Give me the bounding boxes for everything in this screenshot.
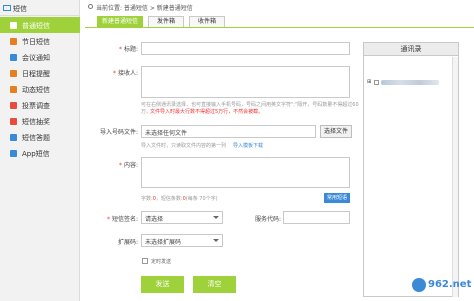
tab-new-sms[interactable]: 新建普通短信 xyxy=(97,16,143,27)
required-mark: * xyxy=(113,70,117,77)
sidebar-item-4[interactable]: 动态短信 xyxy=(0,81,80,97)
timed-send-checkbox[interactable] xyxy=(142,258,148,264)
location-pin-icon xyxy=(88,4,93,9)
lottery-icon xyxy=(10,118,17,125)
sidebar-item-8[interactable]: App短信 xyxy=(0,145,80,161)
sidebar-item-label: 会议通知 xyxy=(22,54,50,62)
schedule-icon xyxy=(10,70,17,77)
required-mark: * xyxy=(107,216,111,223)
sidebar-item-label: 动态短信 xyxy=(22,86,50,94)
vote-icon xyxy=(10,102,17,109)
import-hint: 导入文件时，只读取文件内容的第一列 xyxy=(141,143,227,149)
extension-select[interactable]: 未选择扩展码 xyxy=(141,234,223,247)
signature-select-value: 请选择 xyxy=(145,216,164,223)
breadcrumb: 当前位置: 普通短信 > 新建普通短信 xyxy=(96,5,193,12)
tree-expand-icon[interactable]: ⊞ xyxy=(367,80,372,85)
recipient-textarea[interactable] xyxy=(141,66,350,98)
chevron-down-icon xyxy=(213,239,219,242)
required-mark: * xyxy=(119,46,123,53)
contacts-header: 通讯录 xyxy=(364,43,458,56)
contacts-panel: 通讯录 ⊞ xyxy=(363,42,459,297)
contacts-group-checkbox[interactable] xyxy=(374,80,379,85)
choose-file-button[interactable]: 选择文件 xyxy=(320,125,352,138)
tab-outbox[interactable]: 发件箱 xyxy=(148,16,184,27)
extension-select-value: 未选择扩展码 xyxy=(145,239,182,246)
common-phrases-button[interactable]: 常用短语 xyxy=(324,193,350,203)
app-icon xyxy=(10,150,17,157)
signature-select[interactable]: 请选择 xyxy=(141,211,223,224)
meeting-icon xyxy=(10,54,17,61)
envelope-icon xyxy=(3,5,11,11)
dynamic-icon xyxy=(10,86,17,93)
import-label: 导入号码文件: xyxy=(99,129,138,136)
sidebar-item-label: 普通短信 xyxy=(22,22,50,30)
signature-label: * 短信签名: xyxy=(107,216,138,223)
sidebar-item-label: 短信抽奖 xyxy=(22,118,50,126)
sidebar-item-label: 节日短信 xyxy=(22,38,50,46)
sidebar-item-0[interactable]: 普通短信 xyxy=(0,17,80,33)
tabs-underline xyxy=(85,27,474,28)
sidebar-item-label: 短信答题 xyxy=(22,134,50,142)
quiz-icon xyxy=(10,134,17,141)
template-download-link[interactable]: 导入模板下载 xyxy=(233,142,263,149)
watermark-text: 962.net xyxy=(428,279,472,290)
watermark-logo: 962.net xyxy=(412,276,472,300)
sidebar-item-6[interactable]: 短信抽奖 xyxy=(0,113,80,129)
content-label: * 内容: xyxy=(119,162,138,169)
recipient-warning: 文件导入时最大行数不得超过5万行，不然会被截。 xyxy=(150,109,264,115)
sidebar-item-2[interactable]: 会议通知 xyxy=(0,49,80,65)
service-code-input[interactable] xyxy=(283,211,350,224)
contacts-group-redacted[interactable] xyxy=(381,80,439,85)
import-file-input[interactable]: 未选择任何文件 xyxy=(141,125,316,138)
sidebar-item-1[interactable]: 节日短信 xyxy=(0,33,80,49)
timed-send-label: 定时发送 xyxy=(151,259,172,265)
watermark-circle-icon xyxy=(412,278,426,292)
sidebar-item-label: 日程提醒 xyxy=(22,70,50,78)
send-button[interactable]: 发送 xyxy=(141,276,184,293)
chevron-down-icon xyxy=(213,216,219,219)
sidebar-item-7[interactable]: 短信答题 xyxy=(0,129,80,145)
import-placeholder: 未选择任何文件 xyxy=(145,130,188,137)
message-icon xyxy=(10,22,17,29)
sidebar-item-label: App短信 xyxy=(22,150,50,158)
sidebar-item-3[interactable]: 日程提醒 xyxy=(0,65,80,81)
recipient-label: * 接收人: xyxy=(113,70,138,77)
sidebar-item-label: 投票调查 xyxy=(22,102,50,110)
clear-button[interactable]: 清空 xyxy=(193,276,236,293)
extension-label: 扩展码: xyxy=(117,239,138,246)
calendar-icon xyxy=(10,38,17,45)
service-code-label: 服务代码: xyxy=(254,216,281,223)
required-mark: * xyxy=(119,162,123,169)
sidebar-title: 短信 xyxy=(13,5,27,13)
sidebar-item-5[interactable]: 投票调查 xyxy=(0,97,80,113)
recipient-hint: 可在右侧通讯录选择，也可直接输入手机号码，号码之间用英文字符";"隔开，号码数量… xyxy=(141,102,359,108)
char-count-text: 字数:0，短信条数:0(每条 70个字) xyxy=(141,196,218,202)
sidebar-header: 短信 xyxy=(0,0,80,16)
contacts-scrollbar[interactable] xyxy=(452,57,458,297)
tab-inbox[interactable]: 收件箱 xyxy=(189,16,225,27)
title-input[interactable] xyxy=(141,42,350,55)
title-label: * 标题: xyxy=(119,46,138,53)
content-textarea[interactable] xyxy=(141,157,350,188)
